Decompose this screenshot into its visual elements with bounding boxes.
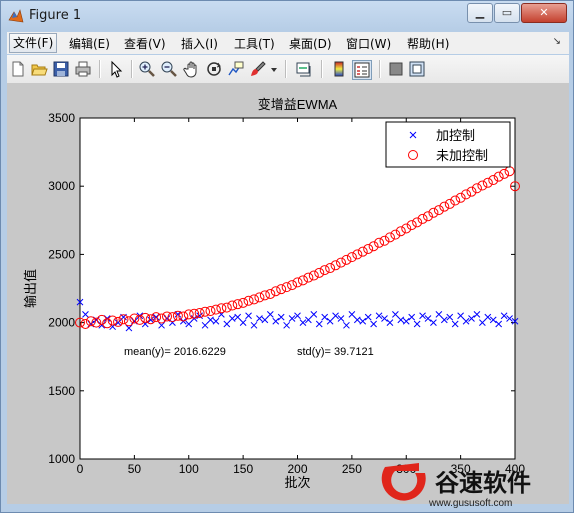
menu-desktop[interactable]: 桌面(D) bbox=[289, 35, 332, 52]
std-annotation: std(y)= 39.7121 bbox=[297, 346, 374, 358]
menu-file[interactable]: 文件(F) bbox=[9, 33, 58, 53]
y-tick-label: 2500 bbox=[48, 247, 75, 261]
close-icon: ✕ bbox=[539, 6, 549, 19]
y-tick-label: 2000 bbox=[48, 316, 75, 330]
maximize-icon: ▭ bbox=[501, 6, 513, 19]
watermark-logo: 谷速软件 www.gususoft.com bbox=[381, 463, 531, 509]
legend-label: 未加控制 bbox=[436, 148, 488, 163]
legend-icon[interactable] bbox=[352, 60, 372, 80]
pan-icon[interactable] bbox=[183, 60, 201, 78]
toolbar-separator bbox=[131, 60, 133, 78]
link-plot-icon[interactable] bbox=[295, 60, 313, 78]
figure-toolbar bbox=[7, 55, 569, 84]
y-axis-label: 输出值 bbox=[23, 269, 38, 308]
x-axis-label: 批次 bbox=[284, 475, 310, 490]
y-tick-label: 3000 bbox=[48, 179, 75, 193]
y-tick-label: 1500 bbox=[48, 384, 75, 398]
data-cursor-icon[interactable] bbox=[227, 60, 245, 78]
mean-annotation: mean(y)= 2016.6229 bbox=[124, 346, 226, 358]
colorbar-icon[interactable] bbox=[330, 60, 348, 78]
x-tick-label: 200 bbox=[287, 462, 307, 476]
plot-svg[interactable]: 变增益EWMA批次输出值0501001502002503003504001000… bbox=[7, 84, 569, 504]
chart-title: 变增益EWMA bbox=[258, 97, 338, 112]
y-tick-label: 1000 bbox=[48, 452, 75, 466]
close-button[interactable]: ✕ bbox=[521, 3, 567, 23]
print-icon[interactable] bbox=[74, 60, 92, 78]
toolbar-separator bbox=[321, 60, 323, 78]
watermark-brand: 谷速软件 bbox=[435, 469, 531, 497]
brush-icon[interactable] bbox=[249, 60, 267, 78]
x-tick-label: 250 bbox=[342, 462, 362, 476]
menu-tools[interactable]: 工具(T) bbox=[234, 35, 275, 52]
open-file-icon[interactable] bbox=[30, 60, 48, 78]
x-tick-label: 100 bbox=[179, 462, 199, 476]
menubar-dock-arrow-icon[interactable]: ↘ bbox=[553, 36, 561, 47]
rotate-3d-icon[interactable] bbox=[205, 60, 223, 78]
toolbar-separator bbox=[99, 60, 101, 78]
x-tick-label: 150 bbox=[233, 462, 253, 476]
brush-dropdown-icon[interactable] bbox=[269, 60, 279, 78]
menu-edit[interactable]: 编辑(E) bbox=[69, 35, 110, 52]
hide-plot-tools-icon[interactable] bbox=[387, 60, 405, 78]
watermark-url: www.gususoft.com bbox=[428, 498, 512, 509]
menu-help[interactable]: 帮助(H) bbox=[407, 35, 449, 52]
minimize-button[interactable]: ▁ bbox=[467, 3, 493, 23]
window-title: Figure 1 bbox=[29, 8, 82, 23]
toolbar-separator bbox=[379, 60, 381, 78]
minimize-icon: ▁ bbox=[475, 6, 485, 19]
menu-window[interactable]: 窗口(W) bbox=[346, 35, 391, 52]
zoom-out-icon[interactable] bbox=[160, 60, 178, 78]
maximize-button[interactable]: ▭ bbox=[494, 3, 520, 23]
menu-view[interactable]: 查看(V) bbox=[124, 35, 166, 52]
toolbar-separator bbox=[285, 60, 287, 78]
matlab-icon bbox=[8, 9, 24, 23]
pointer-icon[interactable] bbox=[107, 60, 125, 78]
show-plot-tools-icon[interactable] bbox=[408, 60, 426, 78]
axes-box bbox=[79, 117, 516, 460]
save-icon[interactable] bbox=[52, 60, 70, 78]
legend-label: 加控制 bbox=[436, 128, 475, 143]
figure-window: Figure 1 ▁ ▭ ✕ 文件(F) 编辑(E) 查看(V) 插入(I) 工… bbox=[0, 0, 574, 513]
x-tick-label: 50 bbox=[128, 462, 142, 476]
title-bar[interactable]: Figure 1 ▁ ▭ ✕ bbox=[1, 1, 573, 31]
figure-canvas: 变增益EWMA批次输出值0501001502002503003504001000… bbox=[7, 84, 569, 504]
menu-bar: 文件(F) 编辑(E) 查看(V) 插入(I) 工具(T) 桌面(D) 窗口(W… bbox=[7, 32, 569, 54]
new-figure-icon[interactable] bbox=[9, 60, 27, 78]
y-tick-label: 3500 bbox=[48, 111, 75, 125]
x-tick-label: 0 bbox=[77, 462, 84, 476]
zoom-in-icon[interactable] bbox=[138, 60, 156, 78]
menu-insert[interactable]: 插入(I) bbox=[181, 35, 218, 52]
